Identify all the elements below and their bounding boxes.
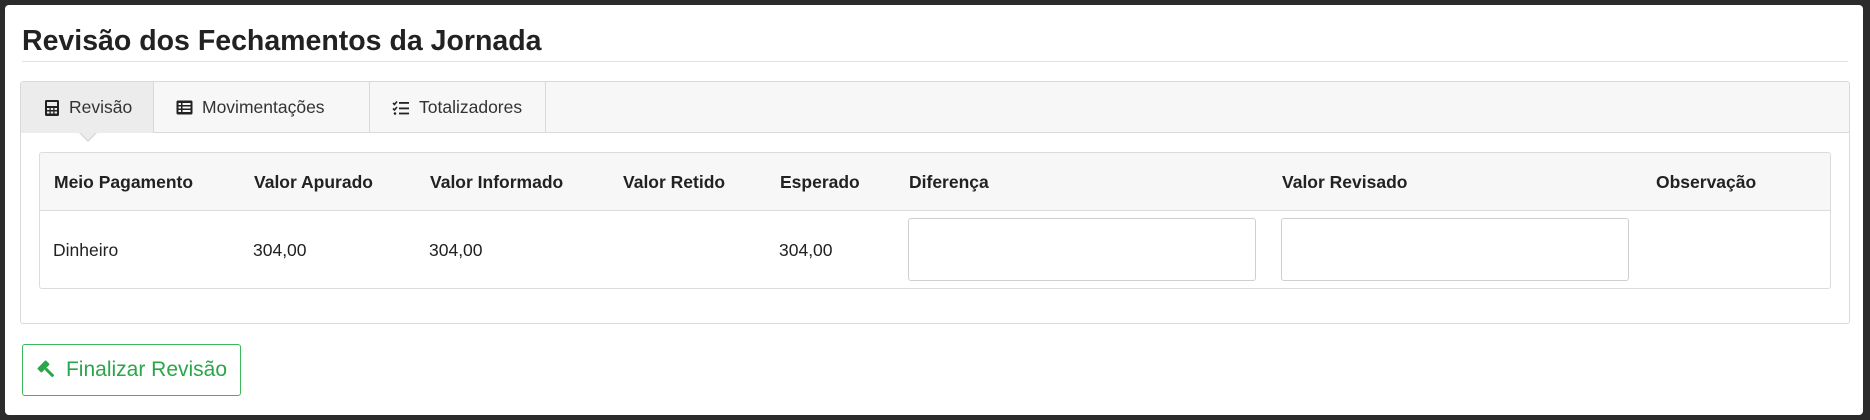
tab-revisao-label: Revisão — [69, 97, 133, 117]
tab-totalizadores[interactable]: Totalizadores — [370, 82, 546, 133]
column-header: Valor Informado — [430, 171, 564, 192]
column-header: Valor Apurado — [254, 171, 373, 192]
cell-meio-pagamento: Dinheiro — [53, 239, 119, 260]
revisao-table: Meio Pagamento Valor Apurado Valor Infor… — [39, 152, 1831, 289]
column-header: Observação — [1656, 171, 1757, 192]
tab-movimentacoes[interactable]: Movimentações — [154, 82, 370, 133]
calculator-icon — [44, 99, 60, 117]
diferenca-input[interactable] — [908, 218, 1256, 281]
tab-movimentacoes-label: Movimentações — [202, 97, 325, 117]
tab-revisao[interactable]: Revisão — [21, 82, 154, 133]
active-tab-caret — [79, 132, 97, 142]
list-icon — [176, 100, 193, 115]
column-header: Esperado — [780, 171, 860, 192]
finalizar-revisao-label: Finalizar Revisão — [65, 358, 228, 381]
tab-totalizadores-label: Totalizadores — [419, 97, 523, 117]
tabs-panel: Revisão Movimentações Totalizadores Meio… — [20, 81, 1850, 324]
column-header: Diferença — [909, 171, 989, 192]
app-window: Revisão dos Fechamentos da Jornada Revis… — [5, 5, 1863, 415]
cell-esperado: 304,00 — [779, 239, 833, 260]
tab-bar: Revisão Movimentações Totalizadores — [21, 82, 1849, 133]
page-title: Revisão dos Fechamentos da Jornada — [22, 25, 542, 57]
title-divider — [22, 61, 1848, 62]
valor-revisado-input[interactable] — [1281, 218, 1629, 281]
column-header: Valor Revisado — [1282, 171, 1408, 192]
checklist-icon — [392, 100, 410, 116]
column-header: Meio Pagamento — [54, 171, 194, 192]
column-header: Valor Retido — [623, 171, 726, 192]
cell-valor-apurado: 304,00 — [253, 239, 307, 260]
cell-valor-informado: 304,00 — [429, 239, 483, 260]
table-header: Meio Pagamento Valor Apurado Valor Infor… — [40, 153, 1830, 211]
gavel-icon — [36, 359, 58, 381]
finalizar-revisao-button[interactable]: Finalizar Revisão — [22, 344, 241, 396]
